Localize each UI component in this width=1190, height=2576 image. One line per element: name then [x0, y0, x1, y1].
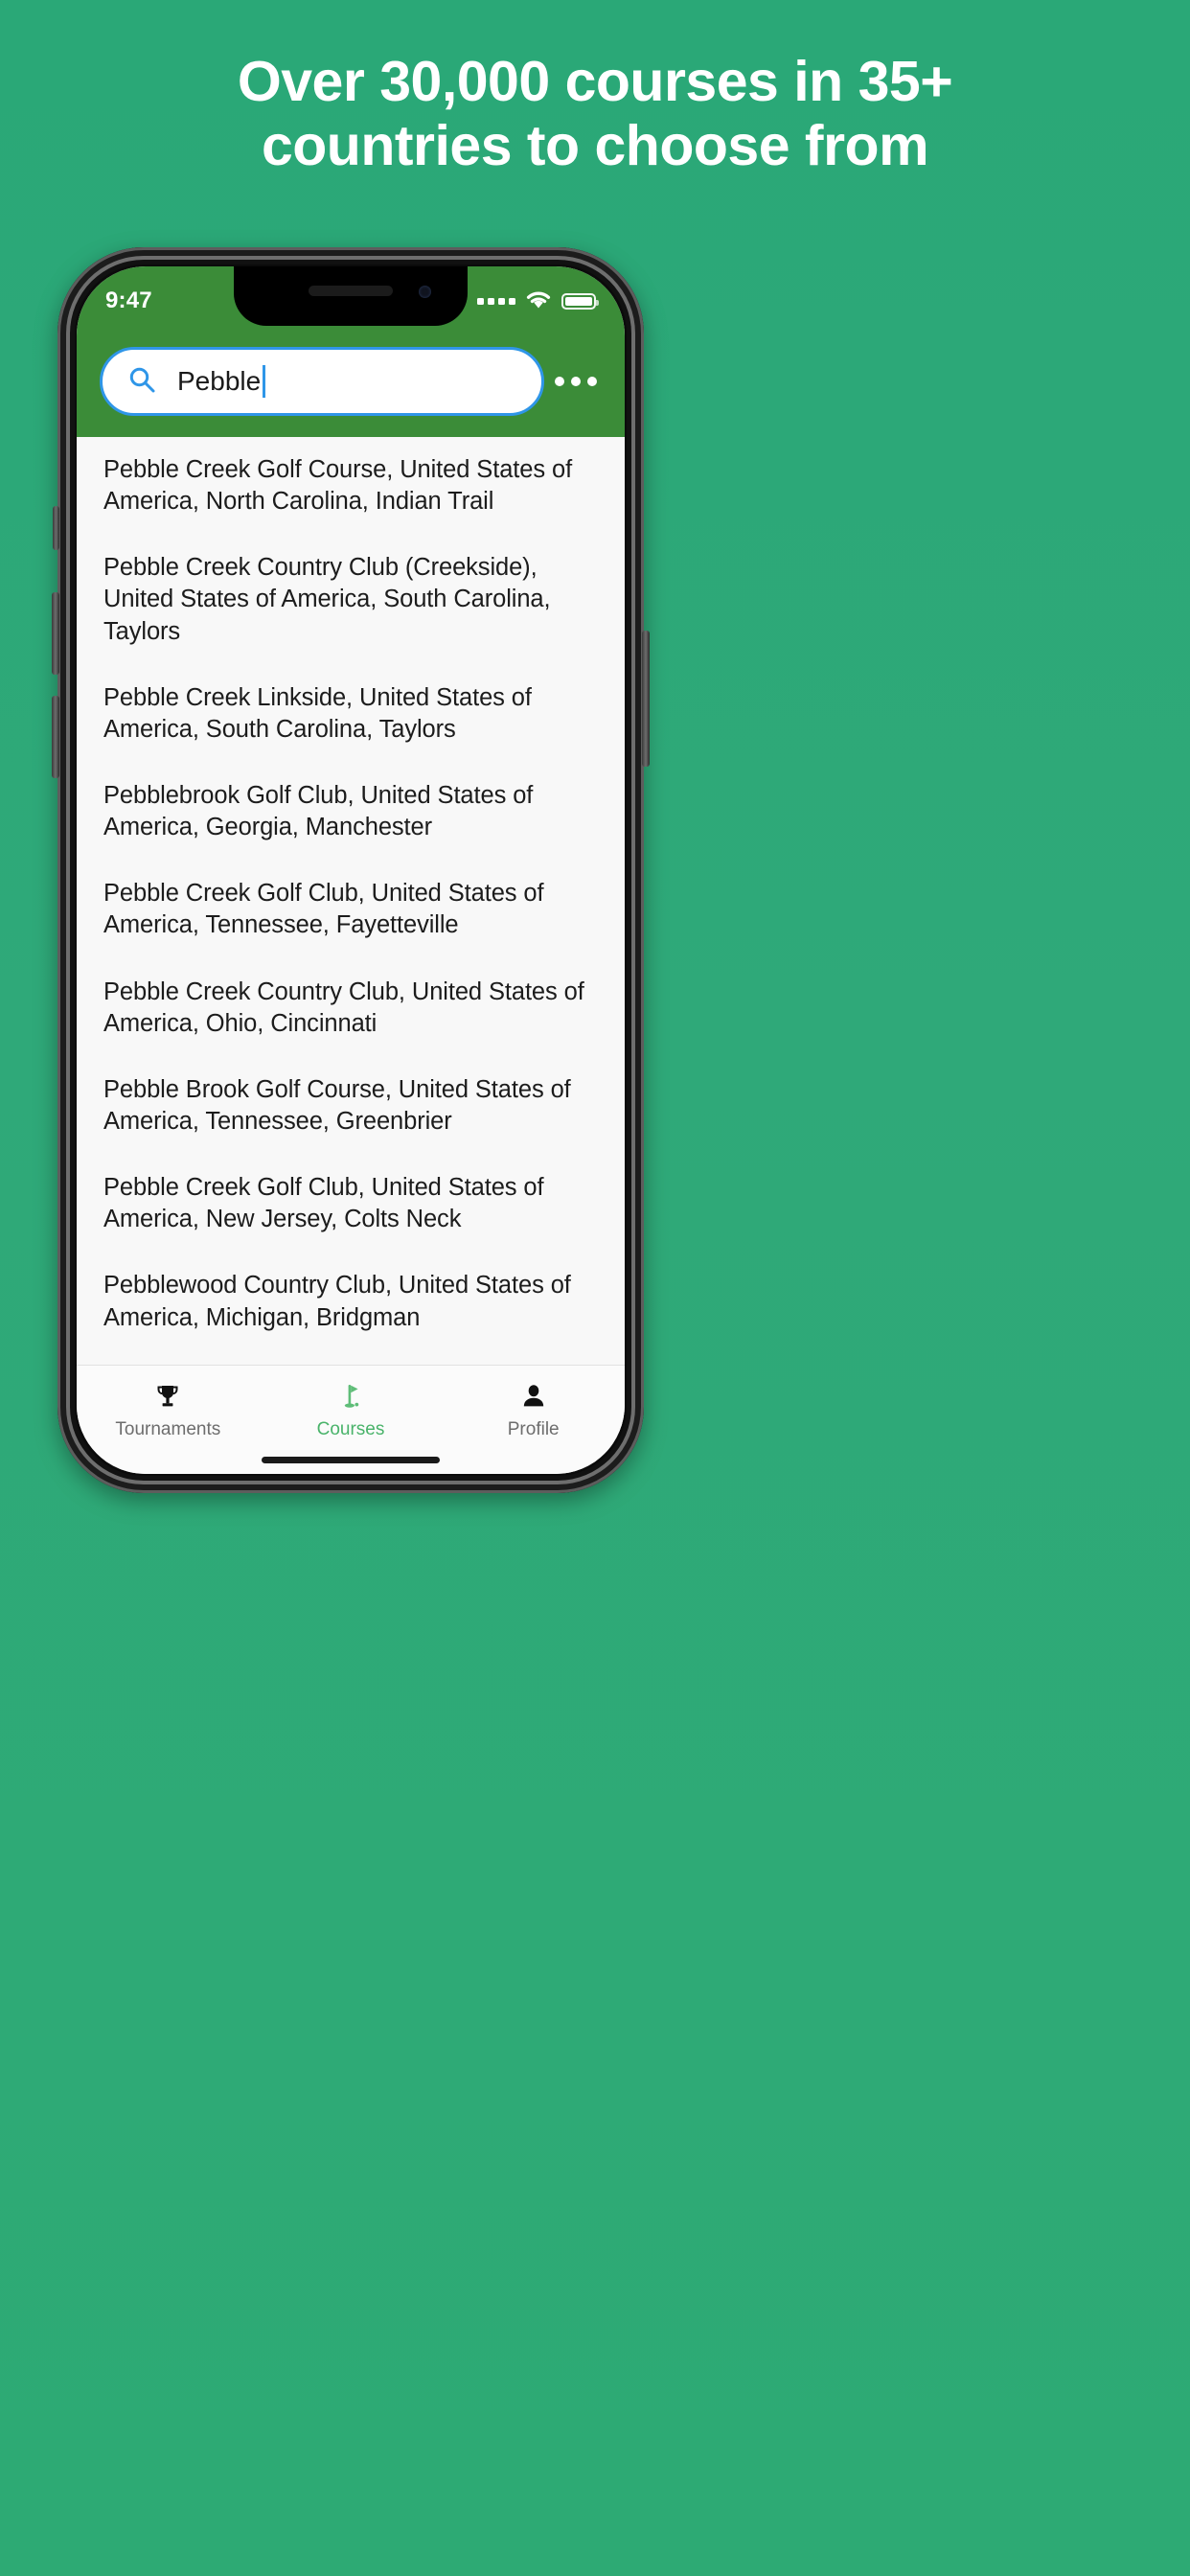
- tab-tournaments[interactable]: Tournaments: [77, 1366, 260, 1474]
- signal-dots-icon: [477, 297, 515, 305]
- search-bar-row: Pebble: [77, 326, 625, 437]
- headline-line-1: Over 30,000 courses in 35+: [237, 50, 953, 113]
- list-item[interactable]: Pebble Creek Golf Club, United States of…: [77, 861, 625, 958]
- list-item[interactable]: Pebble Brook Golf Course, United States …: [77, 1057, 625, 1155]
- text-caret: [263, 365, 266, 398]
- status-time: 9:47: [105, 288, 152, 313]
- headline-line-2: countries to choose from: [261, 114, 929, 177]
- search-value: Pebble: [177, 366, 262, 396]
- golf-flag-icon: [336, 1380, 365, 1413]
- promo-headline: Over 30,000 courses in 35+ countries to …: [0, 50, 1190, 178]
- person-icon: [519, 1380, 548, 1413]
- list-item[interactable]: Pebblestone Golf Course (Pebblestone), C…: [77, 1351, 625, 1365]
- phone-mockup: 9:47 Pebble Pebble Creek Golf Course, Un…: [52, 247, 650, 1493]
- list-item[interactable]: Pebble Creek Country Club (Creekside), U…: [77, 535, 625, 664]
- list-item[interactable]: Pebble Creek Golf Club, United States of…: [77, 1155, 625, 1253]
- status-indicators: [477, 288, 599, 314]
- earpiece-speaker: [309, 286, 393, 296]
- volume-down-button[interactable]: [52, 696, 59, 778]
- list-item[interactable]: Pebblewood Country Club, United States o…: [77, 1253, 625, 1350]
- list-item[interactable]: Pebble Creek Country Club, United States…: [77, 959, 625, 1057]
- tab-label: Courses: [316, 1419, 385, 1439]
- search-input[interactable]: Pebble: [100, 347, 544, 416]
- battery-full-icon: [561, 292, 599, 310]
- overflow-menu-icon[interactable]: [544, 347, 607, 416]
- search-results-list[interactable]: Pebble Creek Golf Course, United States …: [77, 437, 625, 1365]
- search-icon: [127, 365, 156, 399]
- tab-label: Profile: [507, 1419, 560, 1439]
- wifi-icon: [524, 288, 553, 314]
- list-item[interactable]: Pebble Creek Golf Course, United States …: [77, 437, 625, 535]
- home-indicator[interactable]: [262, 1457, 440, 1463]
- tab-profile[interactable]: Profile: [442, 1366, 625, 1474]
- phone-screen: 9:47 Pebble Pebble Creek Golf Course, Un…: [77, 266, 625, 1474]
- tab-label: Tournaments: [115, 1419, 221, 1439]
- list-item[interactable]: Pebble Creek Linkside, United States of …: [77, 665, 625, 763]
- list-item[interactable]: Pebblebrook Golf Club, United States of …: [77, 763, 625, 861]
- power-button[interactable]: [642, 631, 650, 767]
- search-value-wrapper: Pebble: [177, 365, 266, 398]
- device-notch: [234, 266, 468, 326]
- front-camera: [419, 286, 431, 298]
- mute-switch[interactable]: [53, 506, 59, 550]
- volume-up-button[interactable]: [52, 592, 59, 675]
- trophy-icon: [153, 1380, 182, 1413]
